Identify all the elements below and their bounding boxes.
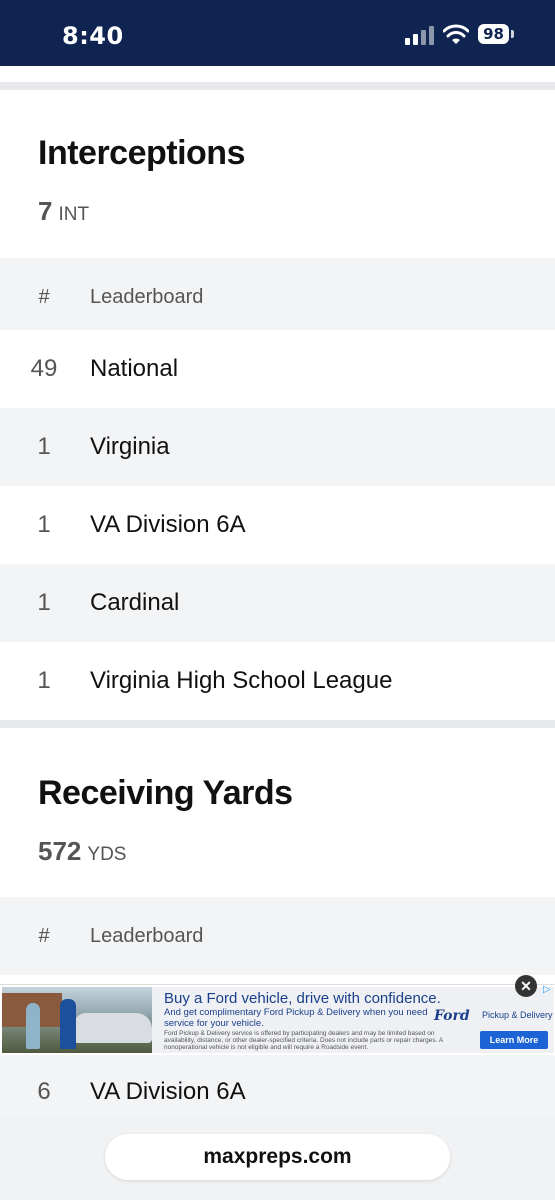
interceptions-title: Interceptions <box>38 134 245 172</box>
leaderboard-name: VA Division 6A <box>90 511 246 538</box>
ad-banner[interactable]: Buy a Ford vehicle, drive with confidenc… <box>0 984 555 1055</box>
rank-column-header: # <box>38 286 50 308</box>
leaderboard-row[interactable]: 6 VA Division 6A <box>0 1053 555 1116</box>
section-divider <box>0 720 555 728</box>
ad-fine-print: Ford Pickup & Delivery service is offere… <box>164 1030 443 1051</box>
ad-brand-tag: Pickup & Delivery <box>482 1010 553 1020</box>
rank-value: 1 <box>37 511 51 538</box>
leaderboard-column-header: Leaderboard <box>90 925 204 947</box>
receiving-yards-value: 572 <box>38 836 82 866</box>
rank-value: 1 <box>37 589 51 616</box>
page-content[interactable]: Interceptions 7 INT # Leaderboard 49 Nati… <box>0 66 555 1116</box>
receiving-yards-title: Receiving Yards <box>38 774 293 812</box>
ford-logo: Ford <box>434 1008 470 1024</box>
ad-learn-more-button[interactable]: Learn More <box>480 1031 548 1049</box>
leaderboard-header: # Leaderboard <box>0 258 555 336</box>
wifi-icon <box>443 24 469 44</box>
rank-value: 1 <box>37 433 51 460</box>
rank-column-header: # <box>38 925 50 947</box>
leaderboard-row[interactable]: 1 Cardinal <box>0 564 555 642</box>
leaderboard-row[interactable]: 1 VA Division 6A <box>0 486 555 564</box>
interceptions-unit: INT <box>58 204 90 225</box>
rank-value: 6 <box>37 1078 51 1105</box>
status-bar: 8:40 98 <box>0 0 555 66</box>
section-divider <box>0 82 555 90</box>
receiving-yards-stat: 572 YDS <box>38 836 126 867</box>
cellular-signal-icon <box>405 26 434 45</box>
leaderboard-name: VA Division 6A <box>90 1078 246 1105</box>
leaderboard-name: Virginia <box>90 433 170 460</box>
ad-info-icon[interactable]: ▷ <box>543 985 553 995</box>
leaderboard-row[interactable]: 1 Virginia <box>0 408 555 486</box>
leaderboard-name: Virginia High School League <box>90 667 393 694</box>
rank-value: 49 <box>30 355 58 382</box>
ad-close-icon[interactable]: ✕ <box>515 975 537 997</box>
interceptions-value: 7 <box>38 196 53 226</box>
status-time: 8:40 <box>62 22 124 50</box>
address-bar[interactable]: maxpreps.com <box>105 1134 450 1180</box>
ad-headline: Buy a Ford vehicle, drive with confidenc… <box>164 990 441 1007</box>
receiving-yards-unit: YDS <box>87 844 127 865</box>
leaderboard-column-header: Leaderboard <box>90 286 204 308</box>
ad-subline: And get complimentary Ford Pickup & Deli… <box>164 1007 428 1029</box>
leaderboard-row[interactable]: 49 National <box>0 330 555 408</box>
ad-brand: Ford Pickup & Delivery <box>434 1007 553 1027</box>
leaderboard-name: National <box>90 355 179 382</box>
leaderboard-name: Cardinal <box>90 589 180 616</box>
ad-copy: Buy a Ford vehicle, drive with confidenc… <box>152 987 554 1053</box>
interceptions-stat: 7 INT <box>38 196 89 227</box>
rank-value: 1 <box>37 667 51 694</box>
ad-photo <box>2 987 152 1053</box>
battery-icon: 98 <box>478 24 516 46</box>
leaderboard-header: # Leaderboard <box>0 897 555 975</box>
leaderboard-row[interactable]: 1 Virginia High School League <box>0 642 555 720</box>
browser-bottom-bar: maxpreps.com <box>0 1116 555 1200</box>
battery-level: 98 <box>478 24 509 44</box>
